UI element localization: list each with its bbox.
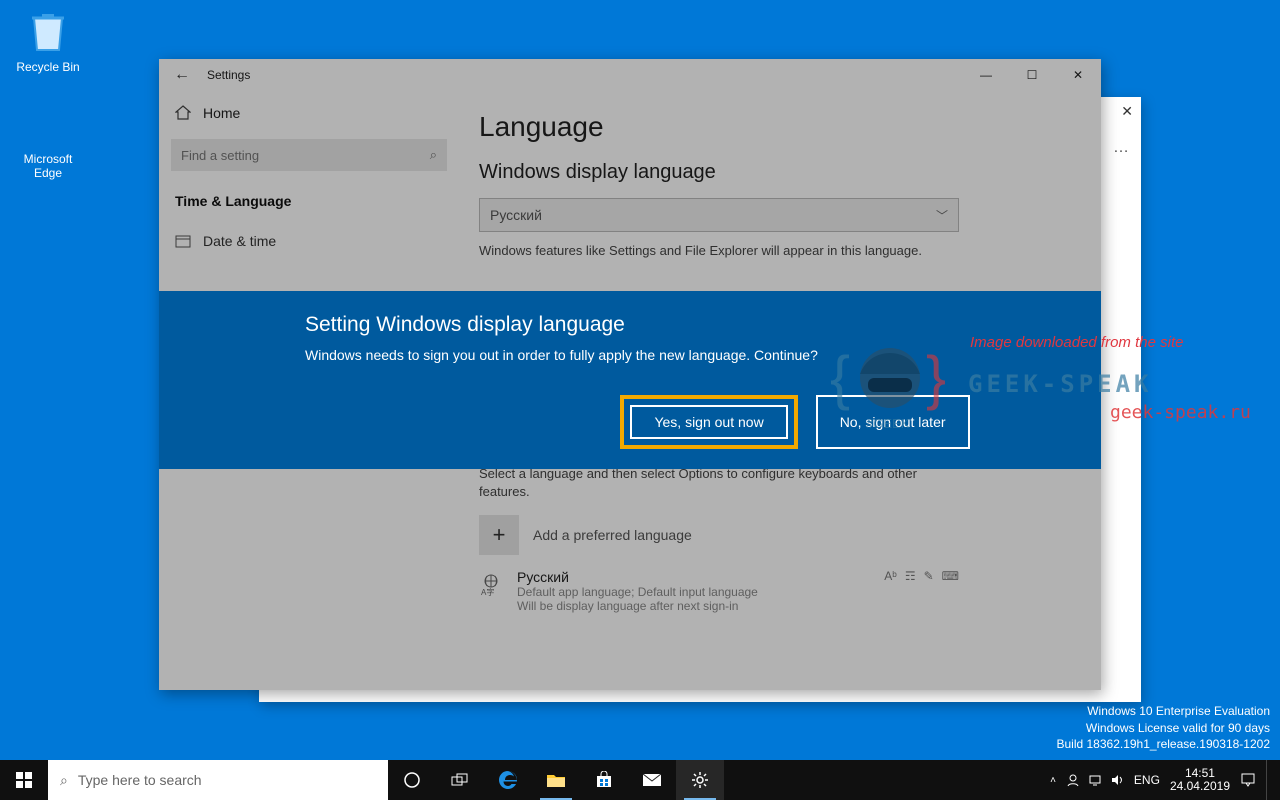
back-button[interactable]: ← [159,66,205,84]
dialog-title: Setting Windows display language [305,313,955,337]
svg-text:A字: A字 [481,587,494,597]
clock-date: 24.04.2019 [1170,780,1230,793]
titlebar: ← Settings ― ☐ ✕ [159,59,1101,91]
more-icon[interactable]: … [1113,139,1131,157]
watermark-note: Image downloaded from the site [970,334,1183,351]
network-icon[interactable] [1088,773,1102,787]
start-button[interactable] [0,760,48,800]
sidebar-item-label: Date & time [203,233,276,249]
language-subtext: Will be display language after next sign… [517,599,758,613]
handwriting-icon: ✎ [924,569,934,583]
no-sign-out-later-button[interactable]: No, sign out later [816,395,970,449]
sidebar-item-label: Home [203,105,240,121]
close-button[interactable]: ✕ [1055,59,1101,91]
task-view-icon [451,773,469,787]
watermark-line: Windows License valid for 90 days [1056,720,1270,736]
show-desktop-button[interactable] [1266,760,1272,800]
section-title: Windows display language [479,161,1061,184]
windows-logo-icon [16,772,32,788]
page-heading: Language [479,111,1061,143]
taskbar: ⌕ Type here to search ˄ ENG 14:51 24.04.… [0,760,1280,800]
language-icon: A字 [479,569,503,602]
dropdown-value: Русский [490,207,542,223]
taskbar-app-store[interactable] [580,760,628,800]
search-icon: ⌕ [60,772,68,789]
language-feature-badges: Aᵇ ☶ ✎ ⌨ [884,569,959,583]
taskbar-app-explorer[interactable] [532,760,580,800]
edge-icon [24,100,72,148]
sidebar-item-date-time[interactable]: Date & time [159,219,459,263]
desktop-icon-label: Recycle Bin [16,60,79,74]
taskbar-search[interactable]: ⌕ Type here to search [48,760,388,800]
plus-icon: + [479,515,519,555]
display-language-dropdown[interactable]: Русский ﹀ [479,198,959,232]
language-entry[interactable]: A字 Русский Default app language; Default… [479,569,959,613]
system-tray: ˄ ENG 14:51 24.04.2019 [1050,760,1280,800]
annotation-highlight: Yes, sign out now [620,395,797,449]
taskbar-app-settings[interactable] [676,760,724,800]
dialog-body: Windows needs to sign you out in order t… [305,347,955,363]
yes-sign-out-button[interactable]: Yes, sign out now [630,405,787,439]
search-icon: ⌕ [430,147,437,163]
store-icon [595,771,613,789]
add-language-button[interactable]: + Add a preferred language [479,515,959,555]
language-name: Русский [517,569,758,585]
task-view-button[interactable] [436,760,484,800]
search-placeholder: Find a setting [181,148,259,163]
sidebar-item-home[interactable]: Home [159,91,459,135]
recycle-bin-icon [24,8,72,56]
edge-icon [498,770,518,790]
window-title: Settings [207,68,250,82]
mail-icon [642,773,662,787]
taskbar-app-edge[interactable] [484,760,532,800]
language-subtext: Default app language; Default input lang… [517,585,758,599]
tray-overflow-button[interactable]: ˄ [1050,775,1056,786]
sidebar-category: Time & Language [159,183,459,219]
cortana-icon [403,771,421,789]
volume-icon[interactable] [1110,773,1124,787]
keyboard-icon: ⌨ [942,569,959,583]
minimize-button[interactable]: ― [963,59,1009,91]
taskbar-app-mail[interactable] [628,760,676,800]
input-language-indicator[interactable]: ENG [1134,773,1160,787]
close-icon[interactable]: ✕ [1121,103,1133,120]
taskbar-clock[interactable]: 14:51 24.04.2019 [1170,767,1230,793]
cortana-button[interactable] [388,760,436,800]
folder-icon [546,772,566,788]
section-note: Windows features like Settings and File … [479,242,959,260]
calendar-icon [175,233,191,249]
gear-icon [691,771,709,789]
search-placeholder: Type here to search [78,772,202,788]
tts-icon: Aᵇ [884,569,897,583]
watermark-line: Build 18362.19h1_release.190318-1202 [1056,736,1270,752]
home-icon [175,105,191,121]
sidebar-search[interactable]: Find a setting ⌕ [171,139,447,171]
notifications-icon[interactable] [1240,772,1256,788]
chevron-down-icon: ﹀ [936,207,948,224]
watermark-line: Windows 10 Enterprise Evaluation [1056,703,1270,719]
windows-build-watermark: Windows 10 Enterprise Evaluation Windows… [1056,703,1270,752]
desktop-icon-label: Microsoft Edge [24,152,73,180]
speech-icon: ☶ [905,569,916,583]
desktop-icon-recycle-bin[interactable]: Recycle Bin [10,8,86,74]
signout-dialog: Setting Windows display language Windows… [159,291,1101,469]
add-language-label: Add a preferred language [533,527,692,543]
maximize-button[interactable]: ☐ [1009,59,1055,91]
people-icon[interactable] [1066,773,1080,787]
desktop-icon-edge[interactable]: Microsoft Edge [10,100,86,180]
